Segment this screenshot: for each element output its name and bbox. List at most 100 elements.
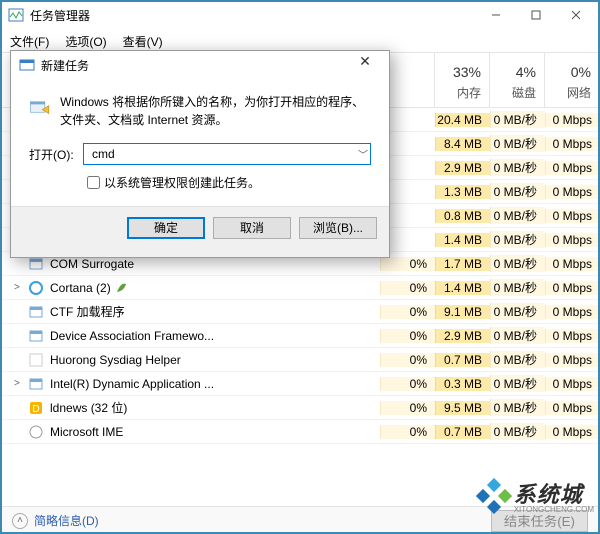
cell-network: 0 Mbps bbox=[545, 233, 600, 247]
cell-memory: 0.7 MB bbox=[435, 353, 490, 367]
cell-memory: 0.3 MB bbox=[435, 377, 490, 391]
process-name: Microsoft IME bbox=[50, 425, 123, 439]
cell-disk: 0 MB/秒 bbox=[490, 159, 545, 176]
table-row[interactable]: Device Association Framewo...0%2.9 MB0 M… bbox=[0, 324, 600, 348]
command-input[interactable] bbox=[90, 146, 352, 162]
process-icon bbox=[28, 280, 44, 296]
process-name: COM Surrogate bbox=[50, 257, 134, 271]
ok-button[interactable]: 确定 bbox=[127, 217, 205, 239]
table-row[interactable]: Microsoft IME 0%0.7 MB0 MB/秒0 Mbps bbox=[0, 420, 600, 444]
cell-cpu: 0% bbox=[380, 353, 435, 367]
cell-memory: 0.8 MB bbox=[435, 209, 490, 223]
process-name: ldnews (32 位) bbox=[50, 399, 127, 416]
maximize-button[interactable] bbox=[516, 1, 556, 29]
process-icon bbox=[28, 328, 44, 344]
cell-memory: 8.4 MB bbox=[435, 137, 490, 151]
cancel-button[interactable]: 取消 bbox=[213, 217, 291, 239]
cell-cpu: 0% bbox=[380, 425, 435, 439]
dialog-close-button[interactable]: ✕ bbox=[347, 53, 383, 77]
cell-disk: 0 MB/秒 bbox=[490, 207, 545, 224]
close-button[interactable] bbox=[556, 1, 596, 29]
cell-disk: 0 MB/秒 bbox=[490, 351, 545, 368]
minimize-button[interactable] bbox=[476, 1, 516, 29]
header-network[interactable]: 0%网络 bbox=[545, 53, 600, 107]
admin-checkbox[interactable] bbox=[87, 176, 100, 189]
table-row[interactable]: >Intel(R) Dynamic Application ...0%0.3 M… bbox=[0, 372, 600, 396]
command-combobox[interactable]: ﹀ bbox=[83, 143, 371, 165]
cell-memory: 1.4 MB bbox=[435, 233, 490, 247]
browse-button[interactable]: 浏览(B)... bbox=[299, 217, 377, 239]
open-label: 打开(O): bbox=[29, 146, 79, 163]
menu-view[interactable]: 查看(V) bbox=[115, 31, 171, 52]
cell-network: 0 Mbps bbox=[545, 137, 600, 151]
header-memory[interactable]: 33%内存 bbox=[435, 53, 490, 107]
cell-network: 0 Mbps bbox=[545, 329, 600, 343]
watermark-logo-icon bbox=[476, 478, 512, 514]
leaf-icon bbox=[115, 282, 127, 294]
cell-cpu: 0% bbox=[380, 401, 435, 415]
cell-memory: 1.3 MB bbox=[435, 185, 490, 199]
process-icon bbox=[28, 376, 44, 392]
run-icon bbox=[29, 93, 50, 121]
title-bar: 任务管理器 bbox=[0, 0, 600, 30]
cell-network: 0 Mbps bbox=[545, 377, 600, 391]
cell-disk: 0 MB/秒 bbox=[490, 375, 545, 392]
cell-memory: 1.4 MB bbox=[435, 281, 490, 295]
cell-disk: 0 MB/秒 bbox=[490, 327, 545, 344]
dialog-title-bar: 新建任务 ✕ bbox=[11, 51, 389, 79]
cell-cpu: 0% bbox=[380, 257, 435, 271]
process-icon: D bbox=[28, 400, 44, 416]
chevron-up-icon: ˄ bbox=[12, 513, 28, 529]
table-row[interactable]: Dldnews (32 位)0%9.5 MB0 MB/秒0 Mbps bbox=[0, 396, 600, 420]
cell-disk: 0 MB/秒 bbox=[490, 303, 545, 320]
menu-options[interactable]: 选项(O) bbox=[57, 31, 114, 52]
process-icon bbox=[28, 352, 44, 368]
cell-memory: 1.7 MB bbox=[435, 257, 490, 271]
cell-memory: 2.9 MB bbox=[435, 329, 490, 343]
cell-cpu: 0% bbox=[380, 377, 435, 391]
menu-file[interactable]: 文件(F) bbox=[2, 31, 57, 52]
dialog-description: Windows 将根据你所键入的名称，为你打开相应的程序、文件夹、文档或 Int… bbox=[60, 93, 371, 129]
cell-disk: 0 MB/秒 bbox=[490, 183, 545, 200]
watermark: 系统城 XITONGCHENG.COM bbox=[476, 477, 594, 514]
run-dialog-icon bbox=[19, 57, 35, 73]
chevron-down-icon[interactable]: ﹀ bbox=[358, 147, 368, 162]
cell-network: 0 Mbps bbox=[545, 305, 600, 319]
cell-disk: 0 MB/秒 bbox=[490, 231, 545, 248]
cell-memory: 20.4 MB bbox=[435, 113, 490, 127]
watermark-subtitle: XITONGCHENG.COM bbox=[514, 505, 594, 514]
table-row[interactable]: >Cortana (2)0%1.4 MB0 MB/秒0 Mbps bbox=[0, 276, 600, 300]
cell-memory: 2.9 MB bbox=[435, 161, 490, 175]
cell-disk: 0 MB/秒 bbox=[490, 135, 545, 152]
svg-text:D: D bbox=[32, 404, 39, 415]
process-name: Huorong Sysdiag Helper bbox=[50, 353, 181, 367]
cell-cpu: 0% bbox=[380, 329, 435, 343]
header-disk[interactable]: 4%磁盘 bbox=[490, 53, 545, 107]
expand-icon[interactable]: > bbox=[14, 378, 26, 389]
dialog-title: 新建任务 bbox=[41, 57, 347, 74]
cell-network: 0 Mbps bbox=[545, 185, 600, 199]
cell-network: 0 Mbps bbox=[545, 425, 600, 439]
cell-network: 0 Mbps bbox=[545, 401, 600, 415]
table-row[interactable]: Huorong Sysdiag Helper 0%0.7 MB0 MB/秒0 Mb… bbox=[0, 348, 600, 372]
cell-memory: 9.1 MB bbox=[435, 305, 490, 319]
window-title: 任务管理器 bbox=[30, 7, 476, 24]
cell-disk: 0 MB/秒 bbox=[490, 255, 545, 272]
table-row[interactable]: CTF 加载程序0%9.1 MB0 MB/秒0 Mbps bbox=[0, 300, 600, 324]
task-manager-icon bbox=[8, 7, 24, 23]
cell-disk: 0 MB/秒 bbox=[490, 111, 545, 128]
cell-memory: 9.5 MB bbox=[435, 401, 490, 415]
menu-bar: 文件(F) 选项(O) 查看(V) bbox=[0, 30, 600, 52]
process-icon bbox=[28, 424, 44, 440]
cell-cpu: 0% bbox=[380, 305, 435, 319]
cell-network: 0 Mbps bbox=[545, 209, 600, 223]
cell-cpu: 0% bbox=[380, 281, 435, 295]
cell-memory: 0.7 MB bbox=[435, 425, 490, 439]
process-name: Cortana (2) bbox=[50, 281, 111, 295]
cell-disk: 0 MB/秒 bbox=[490, 423, 545, 440]
expand-icon[interactable]: > bbox=[14, 282, 26, 293]
process-icon bbox=[28, 304, 44, 320]
process-name: Device Association Framewo... bbox=[50, 329, 214, 343]
cell-network: 0 Mbps bbox=[545, 353, 600, 367]
brief-info-toggle[interactable]: ˄ 简略信息(D) bbox=[12, 512, 99, 529]
